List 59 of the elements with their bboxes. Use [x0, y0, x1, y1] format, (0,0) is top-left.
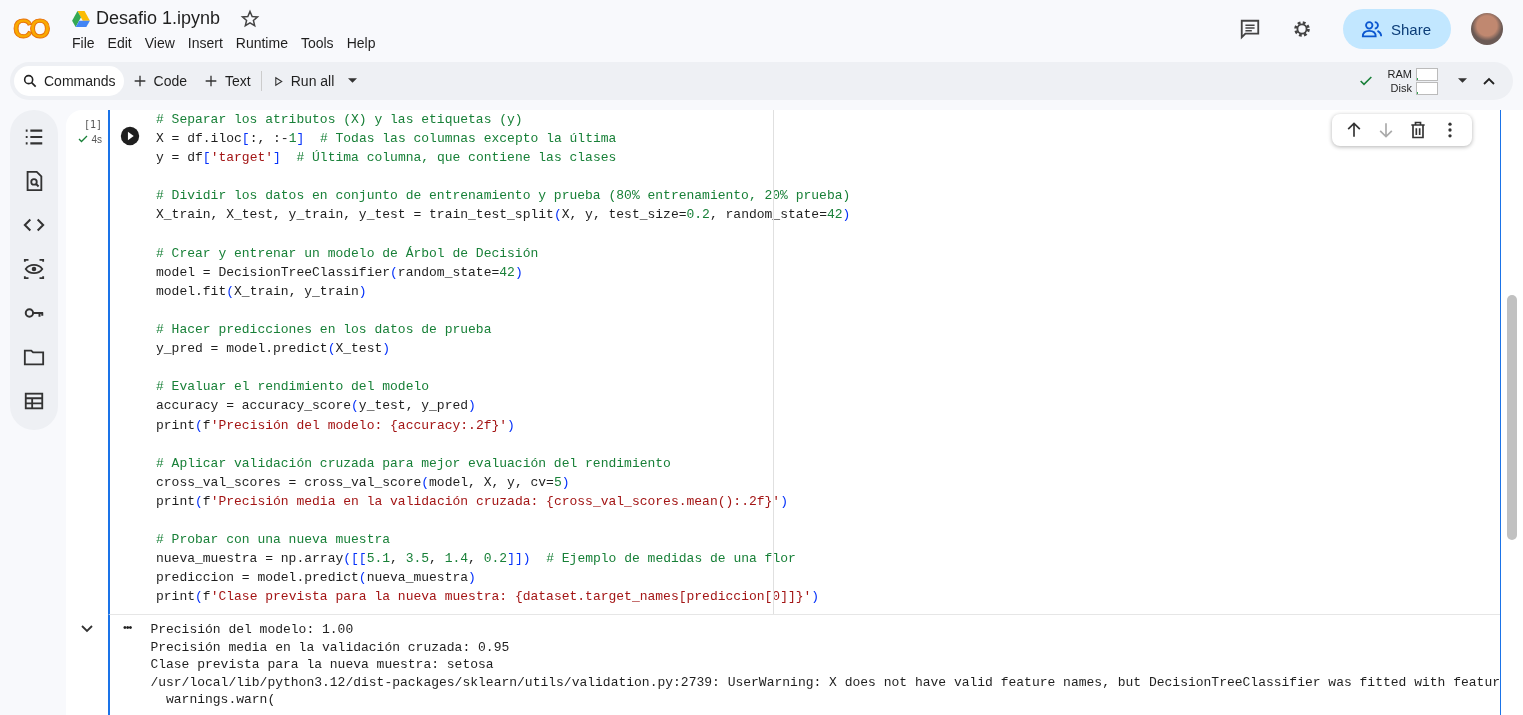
menu-item[interactable]: Tools [300, 35, 347, 51]
search-icon [22, 73, 38, 89]
eye-icon[interactable] [23, 258, 45, 280]
resource-label: Disk [1390, 82, 1412, 94]
add-code-button[interactable]: Code [123, 66, 196, 96]
output-line: Precisión media en la validación cruzada: 0.95 [150, 638, 511, 657]
code-line: # Separar los atributos (X) y las etiquetas (y) [156, 111, 524, 129]
code-line: nueva_muestra = np.array([[5.1, 3.5, 1.4, 0.2]]) # Ejemplo de medidas de una flor [156, 550, 797, 569]
run-cell-icon[interactable] [120, 126, 140, 146]
drive-icon [72, 10, 90, 27]
comment-icon[interactable] [1238, 18, 1261, 40]
notebook-title[interactable]: Desafio 1.ipynb [96, 8, 221, 29]
share-button[interactable]: Share [1342, 9, 1451, 49]
dropdown-caret-icon[interactable] [1458, 78, 1467, 84]
list-icon[interactable] [23, 126, 45, 148]
code-line: # Hacer predicciones en los datos de prueba [156, 321, 493, 340]
code-line: # Aplicar validación cruzada para mejor evaluación del rendimiento [156, 454, 672, 473]
people-icon [1360, 18, 1383, 40]
code-line: print(f'Precisión media en la validación cruzada: {cross_val_scores.mean():.2f}') [156, 492, 789, 511]
code-line: X_train, X_test, y_train, y_test = train_test_split(X, y, test_size=0.2, random_state=42) [156, 206, 851, 225]
commands-button[interactable]: Commands [14, 66, 124, 96]
collapse-icon[interactable] [1483, 77, 1495, 85]
output-line: Clase prevista para la nueva muestra: setosa [150, 656, 495, 674]
code-line: # Evaluar el rendimiento del modelo [156, 378, 431, 397]
code-line: y_pred = model.predict(X_test) [156, 340, 392, 359]
run-duration: 4s [91, 133, 102, 145]
code-line: X = df.iloc[:, :-1] # Todas las columnas excepto la última [156, 130, 618, 149]
run-all-button[interactable]: Run all [263, 66, 343, 96]
output-menu[interactable]: ••• [114, 621, 141, 715]
code-line: cross_val_scores = cross_val_score(model, X, y, cv=5) [156, 473, 571, 492]
code-line: # Crear y entrenar un modelo de Árbol de Decisión [156, 244, 540, 263]
menu-item[interactable]: View [144, 35, 188, 51]
code-line: accuracy = accuracy_score(y_test, y_pred) [156, 397, 477, 416]
collapse-output-icon[interactable] [81, 625, 93, 634]
code-line: print(f'Clase prevista para la nueva muestra: {dataset.target_names[prediccion[0]]}') [156, 588, 821, 607]
menu-item[interactable]: File [72, 35, 108, 51]
code-line: prediccion = model.predict(nueva_muestra) [156, 569, 477, 588]
menu-item[interactable]: Edit [107, 35, 145, 51]
resource-label: RAM [1387, 68, 1412, 80]
menu-item[interactable]: Runtime [235, 35, 301, 51]
code-line: # Probar con una nueva muestra [156, 531, 392, 550]
output-line: warnings.warn( [164, 691, 277, 709]
code-line: print(f'Precisión del modelo: {accuracy:.2f}') [156, 416, 516, 435]
code-line: model.fit(X_train, y_train) [156, 282, 368, 301]
menu-item[interactable]: Help [346, 35, 389, 51]
star-icon[interactable] [240, 8, 261, 29]
code-line: y = df['target'] # Última columna, que contiene las clases [156, 149, 618, 168]
avatar[interactable] [1471, 13, 1503, 45]
execution-count: [1] [83, 119, 102, 130]
delete-icon[interactable] [1408, 120, 1428, 140]
add-text-button[interactable]: Text [195, 66, 259, 96]
table-icon[interactable] [23, 390, 45, 412]
output-line: Precisión del modelo: 1.00 [150, 621, 355, 639]
scrollbar-thumb[interactable] [1507, 295, 1517, 540]
menu-item[interactable]: Insert [187, 35, 236, 51]
output-line: /usr/local/lib/python3.12/dist-packages/sklearn/utils/validation.py:2739: UserWarning: X does not have valid feature names, but DecisionTreeClassifier was fitted with featur [150, 673, 1500, 692]
dropdown-caret-icon[interactable] [348, 78, 358, 84]
check-icon [77, 133, 90, 145]
code-line: model = DecisionTreeClassifier(random_state=42) [156, 263, 524, 282]
